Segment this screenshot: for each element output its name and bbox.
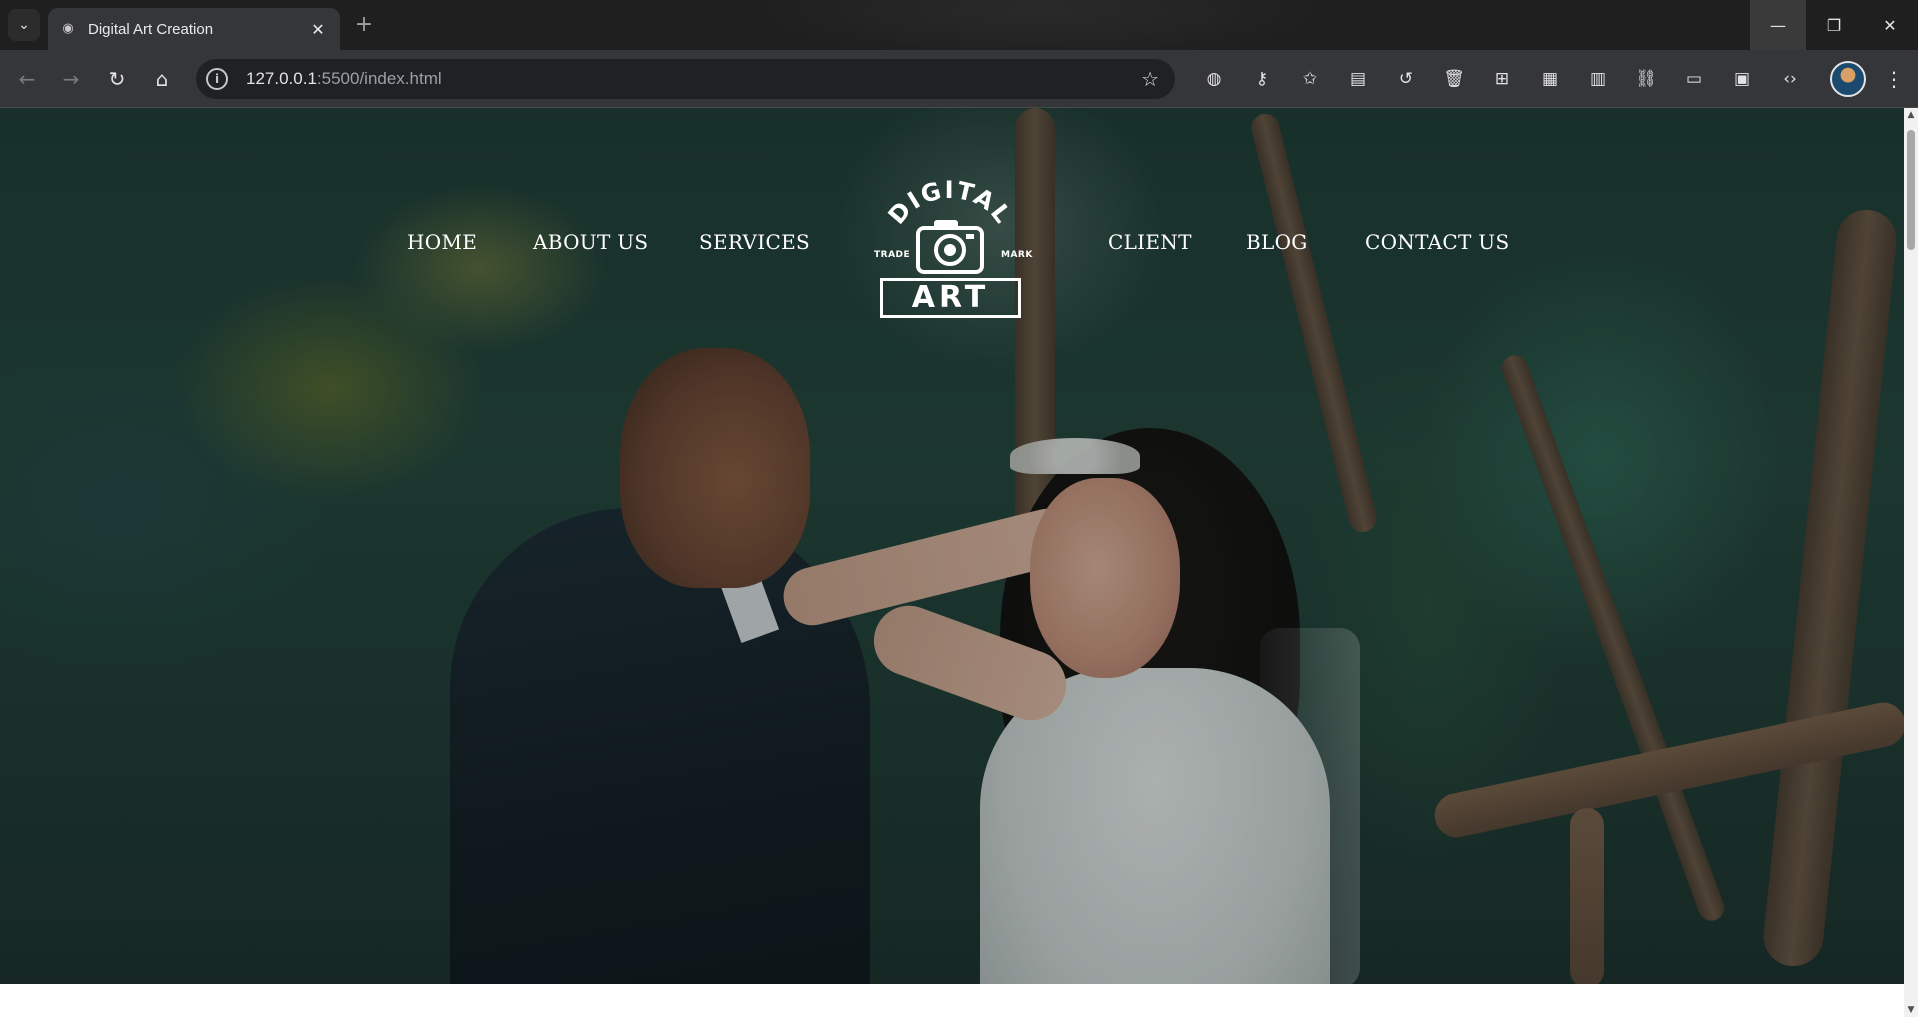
hero-section: HOME ABOUT US SERVICES DIGITAL TRADE MAR… (0, 108, 1904, 984)
history-icon[interactable]: ↺ (1382, 62, 1430, 96)
forward-arrow-icon[interactable]: → (56, 64, 86, 94)
more-menu-icon[interactable]: ⋮ (1880, 64, 1908, 94)
url-path: :5500/index.html (316, 69, 442, 88)
star-list-icon[interactable]: ✩ (1286, 62, 1334, 96)
incognito-icon: ◉ (62, 21, 74, 36)
back-arrow-icon[interactable]: ← (12, 64, 42, 94)
nav-blog[interactable]: BLOG (1246, 230, 1308, 254)
camera-icon (916, 220, 984, 274)
browser-toolbar: ← → ↻ ⌂ i 127.0.0.1:5500/index.html ☆ ◍ … (0, 50, 1918, 108)
nav-home[interactable]: HOME (407, 230, 477, 254)
reader-mode-icon[interactable]: ▥ (1574, 62, 1622, 96)
nav-client[interactable]: CLIENT (1108, 230, 1192, 254)
home-icon[interactable]: ⌂ (147, 64, 177, 94)
qr-code-icon[interactable]: ▦ (1526, 62, 1574, 96)
bookmark-star-icon[interactable]: ☆ (1141, 67, 1159, 91)
tab-search-button[interactable]: ⌄ (8, 9, 40, 41)
logo-trade-text: TRADE (874, 250, 911, 260)
url-text: 127.0.0.1:5500/index.html (246, 69, 442, 89)
layout-icon[interactable]: ▣ (1718, 62, 1766, 96)
site-info-icon[interactable]: i (206, 68, 228, 90)
logo-mark-text: MARK (1001, 250, 1033, 260)
nav-contact-us[interactable]: CONTACT US (1365, 230, 1509, 254)
page-scrollbar[interactable]: ▲ ▼ (1904, 108, 1918, 1017)
address-bar[interactable]: i 127.0.0.1:5500/index.html ☆ (196, 59, 1175, 99)
trash-icon[interactable]: 🗑 (1430, 62, 1478, 96)
profile-avatar[interactable] (1830, 61, 1866, 97)
close-tab-icon[interactable]: ✕ (308, 20, 328, 39)
window-controls: — ❐ ✕ (1750, 0, 1918, 50)
scroll-up-arrow-icon[interactable]: ▲ (1904, 108, 1918, 122)
scrollbar-thumb[interactable] (1907, 130, 1915, 250)
devices-icon[interactable]: ▭ (1670, 62, 1718, 96)
browser-tab[interactable]: ◉ Digital Art Creation ✕ (48, 8, 340, 50)
key-icon[interactable]: ⚷ (1238, 62, 1286, 96)
page-viewport: HOME ABOUT US SERVICES DIGITAL TRADE MAR… (0, 108, 1918, 1017)
reload-icon[interactable]: ↻ (102, 64, 132, 94)
url-host: 127.0.0.1 (246, 69, 317, 88)
translate-icon[interactable]: ⊞ (1478, 62, 1526, 96)
reading-list-icon[interactable]: ▤ (1334, 62, 1382, 96)
incognito-icon[interactable]: ◍ (1190, 62, 1238, 96)
extension-toolbar: ◍ ⚷ ✩ ▤ ↺ 🗑 ⊞ ▦ ▥ ⛓ ▭ ▣ ‹› (1190, 62, 1814, 96)
nav-about-us[interactable]: ABOUT US (533, 230, 648, 254)
browser-titlebar: ⌄ ◉ Digital Art Creation ✕ + — ❐ ✕ (0, 0, 1918, 50)
tab-title: Digital Art Creation (88, 20, 214, 38)
site-logo[interactable]: DIGITAL TRADE MARK ART (870, 178, 1033, 318)
nav-services[interactable]: SERVICES (699, 230, 810, 254)
minimize-icon[interactable]: — (1750, 0, 1806, 50)
chevron-down-icon: ⌄ (18, 17, 30, 33)
scroll-down-arrow-icon[interactable]: ▼ (1904, 1003, 1918, 1017)
restore-icon[interactable]: ❐ (1806, 0, 1862, 50)
new-tab-button[interactable]: + (350, 12, 378, 40)
logo-art-text: ART (880, 278, 1021, 318)
titlebar-theme-artwork (760, 0, 1320, 50)
close-window-icon[interactable]: ✕ (1862, 0, 1918, 50)
link-icon[interactable]: ⛓ (1622, 62, 1670, 96)
code-icon[interactable]: ‹› (1766, 62, 1814, 96)
main-navigation: HOME ABOUT US SERVICES DIGITAL TRADE MAR… (0, 108, 1904, 318)
